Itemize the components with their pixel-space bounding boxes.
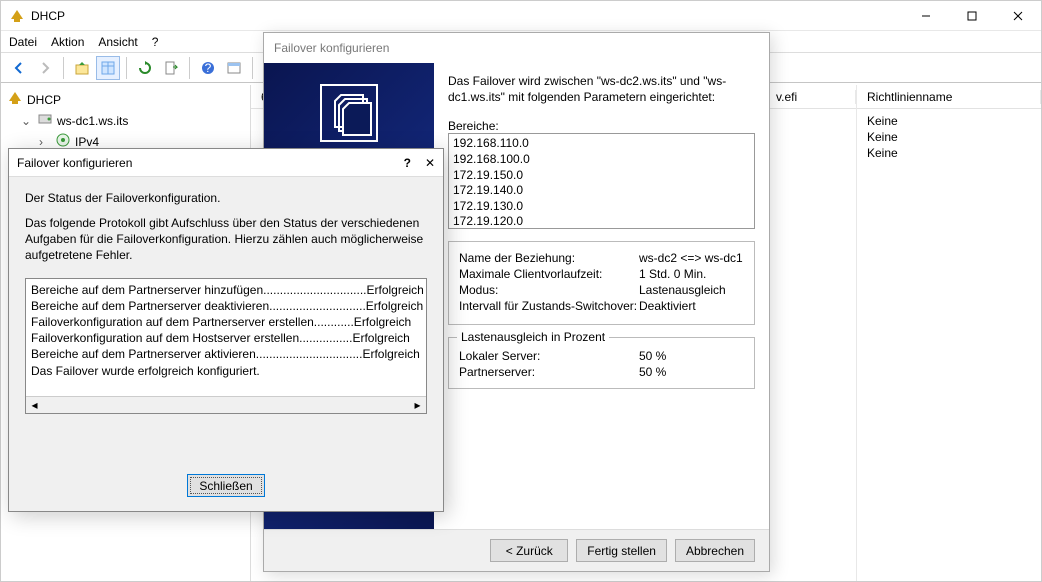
mclt-value: 1 Std. 0 Min. xyxy=(639,267,706,281)
table-row[interactable]: Keine xyxy=(857,145,1041,161)
local-server-value: 50 % xyxy=(639,349,666,363)
tree-ipv4-label: IPv4 xyxy=(75,135,99,149)
maximize-button[interactable] xyxy=(949,1,995,31)
status-log[interactable]: Bereiche auf dem Partnerserver hinzufüge… xyxy=(25,278,427,414)
scope-item[interactable]: 192.168.110.0 xyxy=(453,136,750,152)
scopes-label: Bereiche: xyxy=(448,119,755,133)
dhcp-icon xyxy=(7,90,23,109)
log-line: Failoverkonfiguration auf dem Hostserver… xyxy=(31,330,421,346)
scope-item[interactable]: 172.19.150.0 xyxy=(453,168,750,184)
scroll-right-icon[interactable]: ▸ xyxy=(409,397,426,413)
tree-server-label: ws-dc1.ws.its xyxy=(57,114,128,128)
table-row[interactable]: Keine xyxy=(857,113,1041,129)
menu-view[interactable]: Ansicht xyxy=(98,35,137,49)
expand-icon[interactable]: › xyxy=(39,135,51,149)
window-title: DHCP xyxy=(31,9,903,23)
export-button[interactable] xyxy=(159,56,183,80)
horizontal-scrollbar[interactable]: ◂ ▸ xyxy=(26,396,426,413)
switchover-label: Intervall für Zustands-Switchover: xyxy=(459,299,639,313)
local-server-label: Lokaler Server: xyxy=(459,349,639,363)
close-button[interactable] xyxy=(995,1,1041,31)
dhcp-icon xyxy=(9,8,25,24)
minimize-button[interactable] xyxy=(903,1,949,31)
scope-item[interactable]: 172.19.140.0 xyxy=(453,183,750,199)
menu-help[interactable]: ? xyxy=(152,35,159,49)
help-button[interactable]: ? xyxy=(196,56,220,80)
loadbalance-legend: Lastenausgleich in Prozent xyxy=(457,330,609,344)
rel-name-label: Name der Beziehung: xyxy=(459,251,639,265)
table-row[interactable]: Keine xyxy=(857,129,1041,145)
back-button[interactable]: < Zurück xyxy=(490,539,568,562)
properties-button[interactable] xyxy=(222,56,246,80)
nav-back-button[interactable] xyxy=(7,56,31,80)
tree-server[interactable]: ⌄ ws-dc1.ws.its xyxy=(7,110,244,131)
scope-item[interactable]: 192.168.100.0 xyxy=(453,152,750,168)
wizard-intro: Das Failover wird zwischen "ws-dc2.ws.it… xyxy=(448,73,755,105)
svg-text:?: ? xyxy=(205,61,212,75)
titlebar: DHCP xyxy=(1,1,1041,31)
mode-value: Lastenausgleich xyxy=(639,283,726,297)
wizard-title: Failover konfigurieren xyxy=(264,33,769,63)
partner-server-label: Partnerserver: xyxy=(459,365,639,379)
scope-item[interactable]: 172.19.120.0 xyxy=(453,214,750,229)
details-view-button[interactable] xyxy=(96,56,120,80)
scopes-list[interactable]: 192.168.110.0192.168.100.0172.19.150.017… xyxy=(448,133,755,229)
col-header-policy[interactable]: Richtlinienname xyxy=(857,90,1041,104)
tree-root[interactable]: DHCP xyxy=(7,89,244,110)
scroll-left-icon[interactable]: ◂ xyxy=(26,397,43,413)
menu-file[interactable]: Datei xyxy=(9,35,37,49)
expand-icon[interactable]: ⌄ xyxy=(21,114,33,128)
log-line: Bereiche auf dem Partnerserver deaktivie… xyxy=(31,298,421,314)
close-button[interactable]: Schließen xyxy=(187,474,265,497)
log-line: Failoverkonfiguration auf dem Partnerser… xyxy=(31,314,421,330)
finish-button[interactable]: Fertig stellen xyxy=(576,539,667,562)
help-button[interactable]: ? xyxy=(404,156,411,170)
mode-label: Modus: xyxy=(459,283,639,297)
close-icon[interactable]: ✕ xyxy=(425,156,435,170)
status-heading: Der Status der Failoverkonfiguration. xyxy=(25,191,427,205)
scope-item[interactable]: 172.19.130.0 xyxy=(453,199,750,215)
log-line: Bereiche auf dem Partnerserver aktiviere… xyxy=(31,346,421,362)
cancel-button[interactable]: Abbrechen xyxy=(675,539,755,562)
mclt-label: Maximale Clientvorlaufzeit: xyxy=(459,267,639,281)
server-icon xyxy=(37,111,53,130)
tree-root-label: DHCP xyxy=(27,93,61,107)
partner-server-value: 50 % xyxy=(639,365,666,379)
log-line: Bereiche auf dem Partnerserver hinzufüge… xyxy=(31,282,421,298)
col-header-bootfile[interactable]: v.efi xyxy=(766,90,856,104)
rel-name-value: ws-dc2 <=> ws-dc1 xyxy=(639,251,743,265)
status-paragraph: Das folgende Protokoll gibt Aufschluss ü… xyxy=(25,215,427,264)
status-title: Failover konfigurieren xyxy=(17,156,404,170)
up-button[interactable] xyxy=(70,56,94,80)
switchover-value: Deaktiviert xyxy=(639,299,696,313)
relationship-properties: Name der Beziehung:ws-dc2 <=> ws-dc1 Max… xyxy=(448,241,755,325)
failover-status-dialog: Failover konfigurieren ? ✕ Der Status de… xyxy=(8,148,444,512)
log-line: Das Failover wurde erfolgreich konfiguri… xyxy=(31,363,421,379)
menu-action[interactable]: Aktion xyxy=(51,35,84,49)
refresh-button[interactable] xyxy=(133,56,157,80)
loadbalance-fieldset: Lastenausgleich in Prozent Lokaler Serve… xyxy=(448,337,755,389)
nav-forward-button[interactable] xyxy=(33,56,57,80)
